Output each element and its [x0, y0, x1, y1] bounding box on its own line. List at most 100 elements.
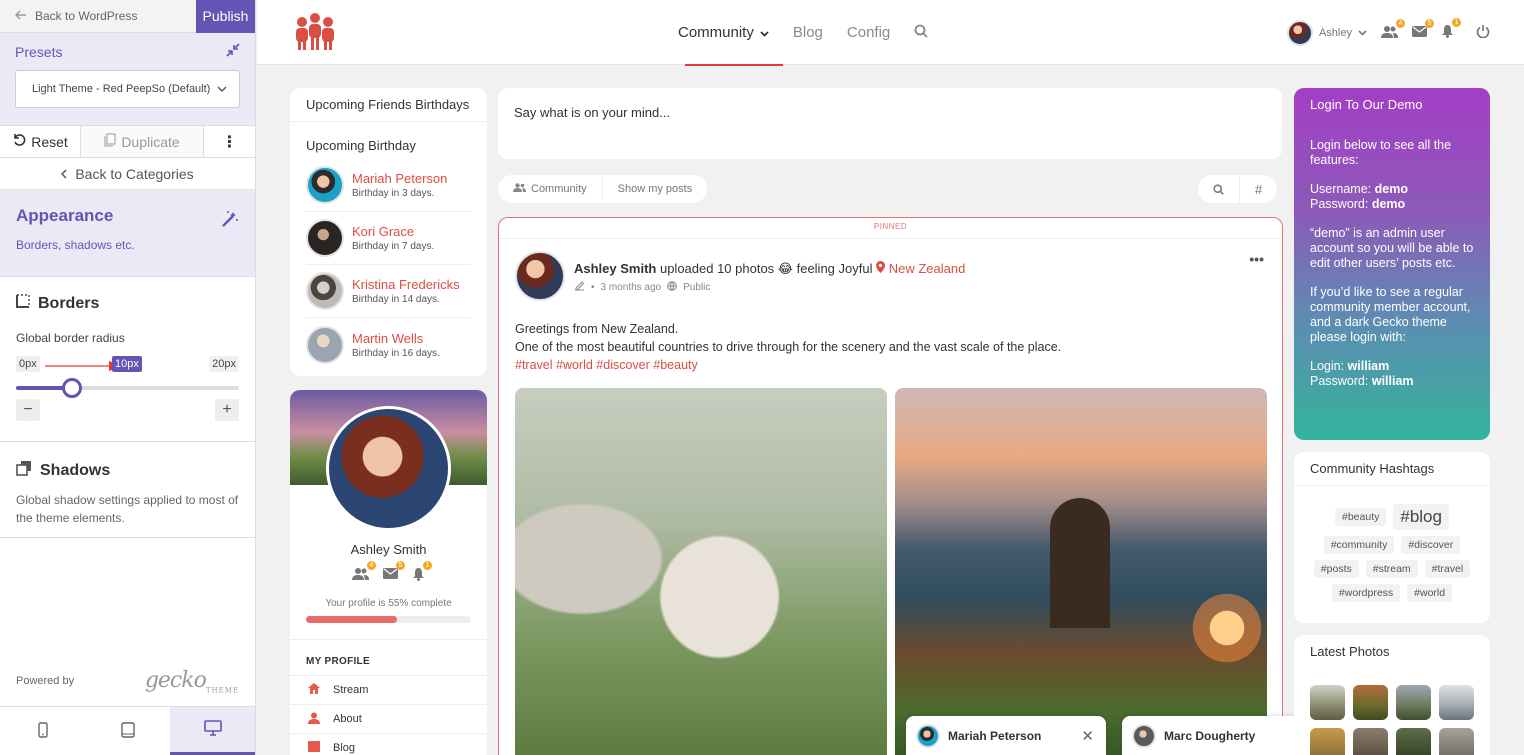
- gecko-logo[interactable]: geckoTHEME: [145, 668, 239, 694]
- list-item[interactable]: Mariah Peterson Birthday in 3 days.: [306, 159, 471, 212]
- pinned-post: PINNED Ashley Smith uploaded 10 photos 😂…: [498, 217, 1283, 755]
- list-item[interactable]: Martin Wells Birthday in 16 days.: [306, 318, 471, 371]
- hashtag[interactable]: #beauty: [1335, 508, 1387, 526]
- birthday-when: Birthday in 3 days.: [352, 188, 435, 199]
- post-options-icon[interactable]: •••: [1249, 251, 1264, 267]
- photo-thumb[interactable]: [1439, 728, 1474, 755]
- border-radius-label: Global border radius: [16, 331, 125, 345]
- chat-tab-mariah[interactable]: Mariah Peterson ✕: [906, 716, 1106, 755]
- desktop-preview-button[interactable]: [170, 707, 255, 755]
- users-icon: [513, 183, 526, 195]
- reset-button[interactable]: Reset: [0, 126, 80, 157]
- tablet-preview-button[interactable]: [85, 707, 170, 755]
- photo-thumb[interactable]: [1439, 685, 1474, 720]
- login-password-value: william: [1371, 374, 1414, 388]
- messages-icon[interactable]: 5: [1412, 19, 1434, 40]
- separator: •: [591, 281, 595, 293]
- post-privacy[interactable]: Public: [683, 282, 710, 293]
- hashtag-icon[interactable]: #: [1239, 175, 1277, 203]
- photo-thumb[interactable]: [1396, 685, 1431, 720]
- friends-icon[interactable]: 4: [1381, 18, 1405, 41]
- filter-community[interactable]: Community: [498, 175, 602, 203]
- profile-menu-label: Stream: [333, 684, 369, 696]
- powered-by-label: Powered by: [16, 675, 75, 688]
- slider-thumb[interactable]: [61, 378, 82, 398]
- hashtag[interactable]: #discover: [1401, 536, 1461, 554]
- presets-title: Presets: [15, 43, 63, 60]
- stream-search-icon[interactable]: [1198, 175, 1239, 203]
- photo-grid: [1294, 669, 1490, 755]
- profile-menu-stream[interactable]: Stream: [290, 675, 487, 704]
- magic-wand-icon[interactable]: [221, 210, 239, 231]
- profile-menu-about[interactable]: About: [290, 704, 487, 733]
- profile-avatar[interactable]: [326, 406, 451, 531]
- post-photo-lamb[interactable]: [515, 388, 887, 755]
- photo-thumb[interactable]: [1353, 728, 1388, 755]
- list-item[interactable]: Kori Grace Birthday in 7 days.: [306, 212, 471, 265]
- bell-icon[interactable]: 1: [1441, 18, 1461, 41]
- post-location[interactable]: New Zealand: [889, 261, 966, 276]
- birthday-name[interactable]: Kristina Fredericks: [352, 277, 460, 292]
- edit-icon[interactable]: [574, 280, 585, 294]
- filter-show-my-posts[interactable]: Show my posts: [601, 175, 708, 203]
- hashtag[interactable]: #world: [1407, 584, 1453, 602]
- back-to-wordpress-link[interactable]: Back to WordPress: [0, 9, 196, 23]
- publish-button[interactable]: Publish: [196, 0, 255, 33]
- user-menu[interactable]: Ashley: [1286, 19, 1367, 46]
- nav-config[interactable]: Config: [847, 24, 890, 41]
- avatar[interactable]: [515, 251, 565, 301]
- close-icon[interactable]: ✕: [1081, 727, 1094, 745]
- power-icon[interactable]: [1476, 24, 1490, 41]
- hashtag[interactable]: #community: [1323, 536, 1395, 554]
- post-time[interactable]: 3 months ago: [601, 282, 662, 293]
- back-to-categories-link[interactable]: Back to Categories: [0, 158, 255, 190]
- border-radius-slider[interactable]: [16, 378, 239, 398]
- post-photo-coast[interactable]: [895, 388, 1267, 755]
- preset-select[interactable]: Light Theme - Red PeepSo (Default): [15, 70, 240, 108]
- photo-thumb[interactable]: [1310, 685, 1345, 720]
- post-author[interactable]: Ashley Smith: [574, 261, 656, 276]
- collapse-icon[interactable]: [226, 43, 240, 60]
- friends-icon[interactable]: 4: [352, 561, 376, 584]
- nav-community[interactable]: Community: [678, 0, 783, 66]
- avatar: [306, 325, 344, 364]
- bell-icon[interactable]: 1: [412, 561, 432, 584]
- list-item[interactable]: Kristina Fredericks Birthday in 14 days.: [306, 265, 471, 318]
- messages-badge: 5: [1425, 19, 1434, 28]
- mobile-preview-button[interactable]: [0, 707, 85, 755]
- customizer-panel: Back to WordPress Publish Presets Light …: [0, 0, 256, 755]
- increase-button[interactable]: +: [215, 399, 239, 421]
- post-composer[interactable]: Say what is on your mind...: [498, 88, 1282, 159]
- birthday-name[interactable]: Mariah Peterson: [352, 171, 447, 186]
- hashtag[interactable]: #wordpress: [1331, 584, 1401, 602]
- photo-thumb[interactable]: [1396, 728, 1431, 755]
- duplicate-button[interactable]: Duplicate: [80, 126, 204, 157]
- hashtag[interactable]: #travel: [1424, 560, 1471, 578]
- shadows-description: Global shadow settings applied to most o…: [16, 493, 239, 525]
- nav-blog[interactable]: Blog: [793, 24, 823, 41]
- hashtag[interactable]: #posts: [1313, 560, 1359, 578]
- hashtag[interactable]: #blog: [1393, 504, 1449, 530]
- header-user-area: Ashley 4 5 1: [1286, 0, 1490, 65]
- more-options-icon[interactable]: ⋮: [204, 126, 255, 157]
- site-logo[interactable]: [290, 12, 340, 55]
- preset-select-value: Light Theme - Red PeepSo (Default): [32, 83, 211, 95]
- mobile-icon: [37, 721, 48, 741]
- photo-thumb[interactable]: [1310, 728, 1345, 755]
- profile-menu-blog[interactable]: Blog: [290, 733, 487, 755]
- chat-tab-marc[interactable]: Marc Dougherty ✕: [1122, 716, 1322, 755]
- birthday-name[interactable]: Martin Wells: [352, 331, 440, 346]
- notifications-badge: 1: [423, 561, 432, 570]
- latest-photos-widget: Latest Photos: [1294, 635, 1490, 755]
- decrease-button[interactable]: −: [16, 399, 40, 421]
- login-label: Login:: [1310, 359, 1345, 373]
- birthday-name[interactable]: Kori Grace: [352, 224, 434, 239]
- post-hashtags[interactable]: #travel #world #discover #beauty: [515, 356, 1061, 374]
- search-icon[interactable]: [914, 24, 928, 42]
- photo-thumb[interactable]: [1353, 685, 1388, 720]
- hashtag[interactable]: #stream: [1365, 560, 1418, 578]
- gecko-logo-text: gecko: [144, 668, 207, 693]
- messages-icon[interactable]: 5: [383, 561, 405, 584]
- profile-name[interactable]: Ashley Smith: [290, 542, 487, 557]
- chat-name: Marc Dougherty: [1164, 728, 1256, 743]
